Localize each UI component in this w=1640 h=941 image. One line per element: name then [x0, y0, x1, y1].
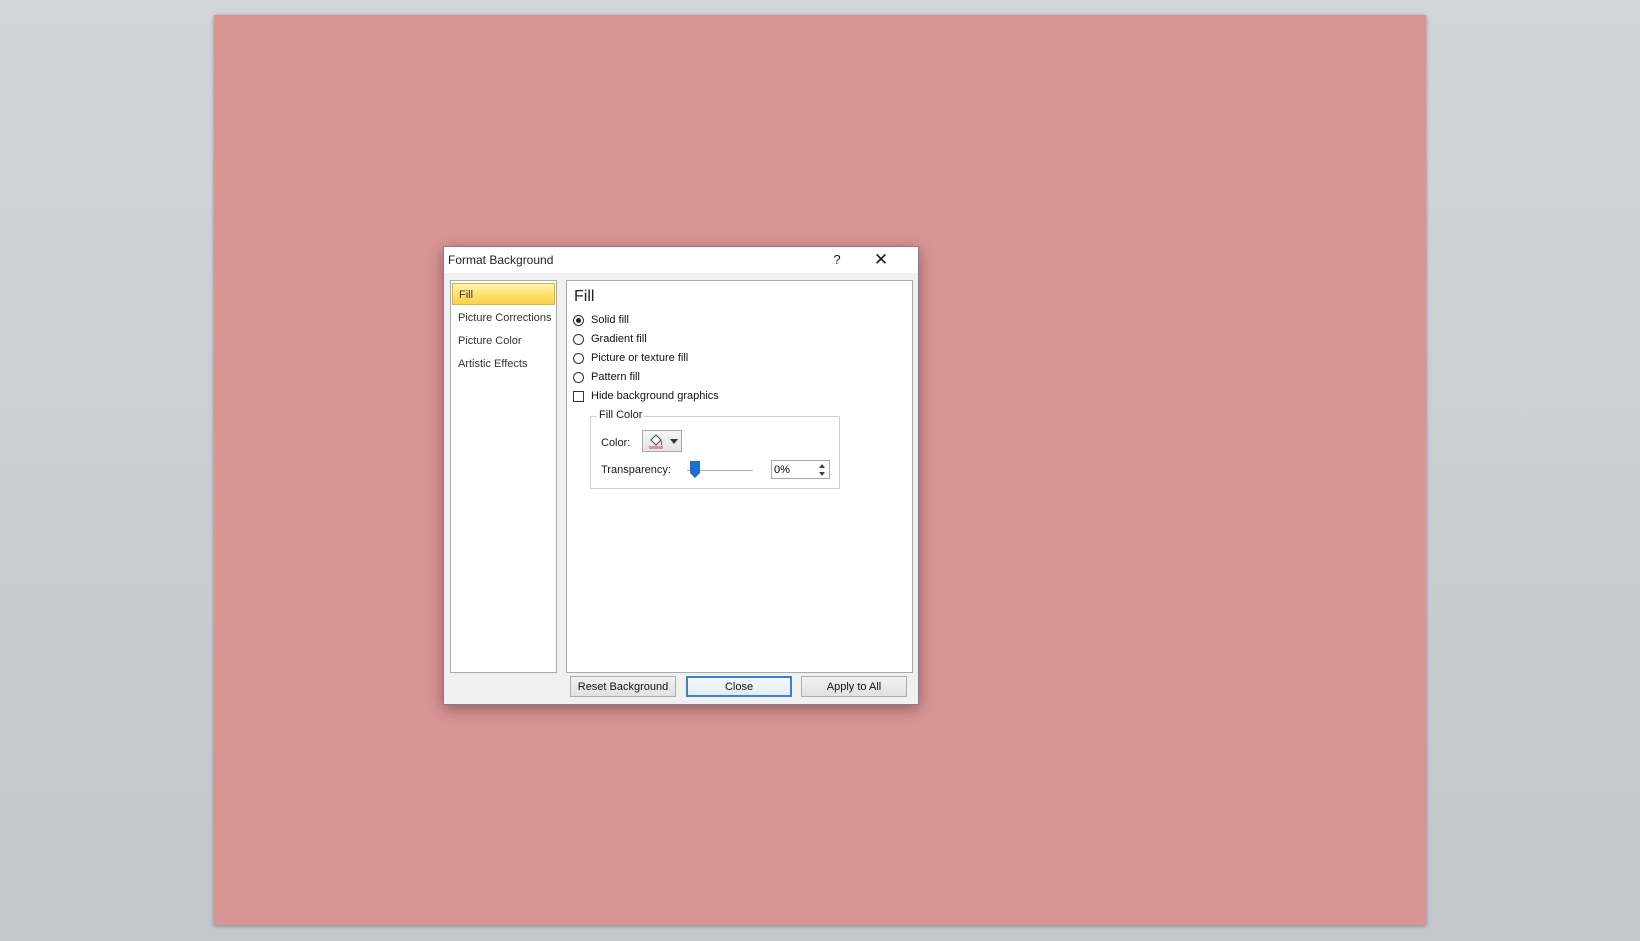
picture-texture-fill-label: Picture or texture fill: [591, 352, 689, 364]
reset-background-button[interactable]: Reset Background: [570, 676, 676, 697]
transparency-label: Transparency:: [601, 464, 671, 476]
spin-down-icon[interactable]: [816, 470, 829, 478]
nav-item-picture-color[interactable]: Picture Color: [452, 330, 555, 352]
checkbox-icon: [573, 390, 584, 402]
fill-panel: Fill Solid fill Gradient fill Picture or…: [566, 280, 913, 673]
nav-item-fill[interactable]: Fill: [452, 283, 555, 305]
pattern-fill-label: Pattern fill: [591, 371, 640, 383]
nav-item-picture-corrections[interactable]: Picture Corrections: [452, 307, 555, 329]
apply-to-all-button[interactable]: Apply to All: [801, 676, 907, 697]
radio-selected-icon: [573, 314, 584, 326]
hide-background-graphics-label: Hide background graphics: [591, 390, 719, 402]
chevron-down-icon: [670, 439, 678, 444]
gradient-fill-label: Gradient fill: [591, 333, 647, 345]
gradient-fill-radio[interactable]: Gradient fill: [573, 331, 647, 347]
transparency-slider-thumb[interactable]: [690, 461, 700, 478]
transparency-input[interactable]: [774, 463, 812, 477]
radio-icon: [573, 333, 584, 345]
close-icon[interactable]: ✕: [870, 250, 892, 270]
pattern-fill-radio[interactable]: Pattern fill: [573, 369, 640, 385]
panel-title: Fill: [574, 288, 595, 305]
radio-icon: [573, 371, 584, 383]
category-list: Fill Picture Corrections Picture Color A…: [450, 280, 557, 673]
solid-fill-radio[interactable]: Solid fill: [573, 312, 629, 328]
fill-color-group-label: Fill Color: [597, 409, 645, 421]
color-label: Color:: [601, 437, 631, 449]
fill-color-group: Fill Color Color: Transparency:: [590, 409, 840, 489]
help-icon[interactable]: ?: [828, 251, 846, 269]
dialog-title: Format Background: [448, 253, 554, 267]
hide-background-graphics-checkbox[interactable]: Hide background graphics: [573, 388, 719, 404]
spin-up-icon[interactable]: [816, 462, 829, 470]
picture-texture-fill-radio[interactable]: Picture or texture fill: [573, 350, 688, 366]
format-background-dialog: Format Background ? ✕ Fill Picture Corre…: [443, 246, 919, 705]
paint-bucket-icon: [649, 434, 663, 449]
radio-icon: [573, 352, 584, 364]
nav-item-artistic-effects[interactable]: Artistic Effects: [452, 353, 555, 375]
close-button[interactable]: Close: [686, 676, 792, 697]
solid-fill-label: Solid fill: [591, 314, 629, 326]
transparency-spinner[interactable]: [771, 460, 830, 479]
color-picker-button[interactable]: [642, 430, 682, 452]
dialog-titlebar[interactable]: Format Background ? ✕: [444, 247, 918, 273]
